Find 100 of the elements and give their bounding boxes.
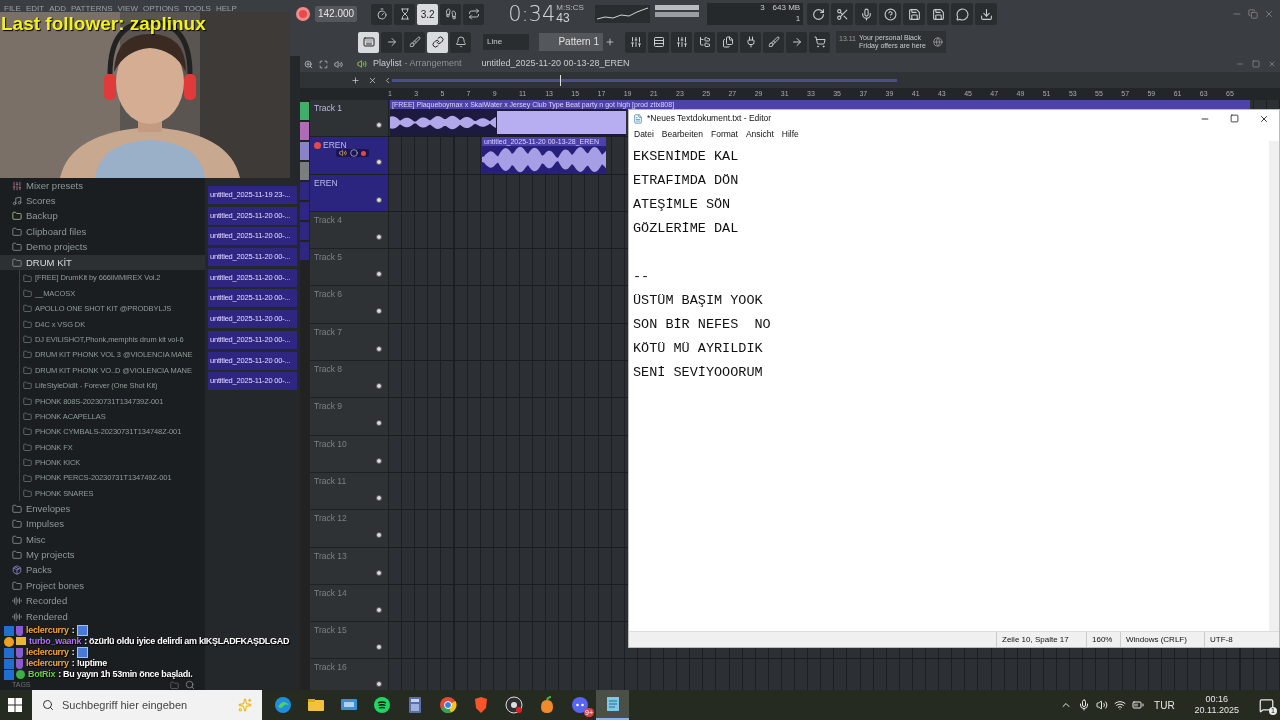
maximize-icon[interactable]: [1230, 113, 1239, 123]
files-button[interactable]: [717, 31, 738, 53]
save-button[interactable]: [927, 3, 950, 25]
browser-item[interactable]: Envelopes: [0, 501, 205, 517]
track-header[interactable]: EREN: [310, 174, 388, 212]
windows-logo-icon[interactable]: [8, 698, 22, 712]
sliders-button[interactable]: [671, 31, 692, 53]
track-knob-icon[interactable]: [376, 569, 382, 576]
track-header[interactable]: Track 1: [310, 100, 388, 138]
wifi-icon[interactable]: [1114, 699, 1127, 711]
scissors-button[interactable]: [831, 3, 854, 25]
browser-item[interactable]: Project bones: [0, 578, 205, 594]
close-icon[interactable]: [1259, 113, 1269, 124]
browser-item[interactable]: Scores: [0, 193, 205, 209]
arrow-button[interactable]: [786, 31, 807, 53]
clock[interactable]: 00:16 20.11.2025: [1194, 694, 1239, 716]
track-header[interactable]: Track 10: [310, 435, 388, 473]
record-icon[interactable]: [361, 150, 366, 156]
restore-icon[interactable]: [1248, 9, 1258, 19]
track-knob-icon[interactable]: [376, 606, 382, 613]
bell-button[interactable]: [450, 31, 471, 53]
microphone-icon[interactable]: [1078, 699, 1091, 711]
pattern-selector[interactable]: Pattern 1: [539, 33, 603, 51]
track-knob-icon[interactable]: [376, 345, 382, 352]
browser-item[interactable]: My projects: [0, 547, 205, 563]
browser-item[interactable]: Clipboard files: [0, 224, 205, 240]
tempo-display[interactable]: 142.000: [315, 6, 358, 22]
browser-item[interactable]: Misc: [0, 532, 205, 548]
chat-button[interactable]: [951, 3, 974, 25]
browser-item[interactable]: Demo projects: [0, 239, 205, 255]
sliders-button[interactable]: [625, 31, 646, 53]
language-indicator[interactable]: TUR: [1154, 697, 1175, 713]
browser-item[interactable]: Recorded: [0, 593, 205, 609]
cart-button[interactable]: [809, 31, 830, 53]
track-header[interactable]: Track 7: [310, 323, 388, 362]
plug-button[interactable]: [740, 31, 761, 53]
menu-item[interactable]: TOOLS: [184, 4, 211, 13]
speaker-icon[interactable]: [1096, 699, 1109, 711]
search-field[interactable]: Suchbegriff hier eingeben: [32, 690, 262, 720]
download-button[interactable]: [975, 3, 998, 25]
browser-item[interactable]: Packs: [0, 562, 205, 579]
menu-item[interactable]: Datei: [634, 127, 654, 141]
track-knob-icon[interactable]: [376, 681, 382, 688]
menu-item[interactable]: ADD: [49, 4, 67, 13]
search-icon[interactable]: [185, 680, 195, 690]
microphone-button[interactable]: [855, 3, 878, 25]
track-knob-icon[interactable]: [376, 494, 382, 501]
track-knob-icon[interactable]: [376, 196, 382, 203]
menu-item[interactable]: VIEW: [117, 4, 138, 13]
rows-button[interactable]: [648, 31, 669, 53]
zoom-icon[interactable]: [304, 59, 313, 69]
menu-item[interactable]: OPTIONS: [142, 4, 179, 13]
add-pattern-icon[interactable]: [605, 37, 615, 47]
fullscreen-icon[interactable]: [319, 59, 328, 69]
track-header[interactable]: Track 14: [310, 584, 388, 623]
piano-button[interactable]: [358, 31, 379, 53]
battery-icon[interactable]: [1132, 699, 1145, 711]
loop-button[interactable]: [463, 3, 485, 25]
menu-item[interactable]: FILE: [4, 4, 21, 13]
save-button[interactable]: [903, 3, 926, 25]
metronome-button[interactable]: [371, 3, 393, 25]
track-header[interactable]: Track 5: [310, 249, 388, 287]
browser-item[interactable]: DRUM KİT: [0, 254, 205, 271]
track-header[interactable]: Track 8: [310, 361, 388, 399]
menu-item[interactable]: PATTERNS: [71, 4, 113, 13]
track-header[interactable]: Track 16: [310, 659, 388, 690]
menu-item[interactable]: Bearbeiten: [661, 127, 703, 141]
step-button[interactable]: [440, 3, 462, 25]
link-button[interactable]: [427, 31, 448, 53]
track-header[interactable]: Track 12: [310, 510, 388, 548]
track-header[interactable]: Track 13: [310, 547, 388, 585]
snap-dropdown[interactable]: Line: [483, 34, 529, 50]
refresh-button[interactable]: [807, 3, 830, 25]
delete-icon[interactable]: [368, 75, 377, 85]
menu-item[interactable]: Hilfe: [781, 127, 799, 141]
countdown-button[interactable]: 3.2: [417, 3, 439, 25]
browser-item[interactable]: Backup: [0, 208, 205, 225]
vertical-scrollbar[interactable]: [1269, 141, 1279, 631]
track-header[interactable]: EREN: [310, 137, 388, 175]
record-button[interactable]: [296, 7, 310, 21]
folder-tree-button[interactable]: [694, 31, 715, 53]
menu-item[interactable]: HELP: [215, 4, 237, 13]
track-header[interactable]: Track 11: [310, 472, 388, 511]
track-knob-icon[interactable]: [376, 420, 382, 427]
help-button[interactable]: [879, 3, 902, 25]
record-arm-icon[interactable]: [314, 141, 321, 149]
wait-button[interactable]: [394, 3, 416, 25]
track-knob-icon[interactable]: [376, 644, 382, 651]
menu-item[interactable]: Ansicht: [745, 127, 774, 141]
track-header[interactable]: Track 4: [310, 211, 388, 250]
menu-item[interactable]: Format: [710, 127, 738, 141]
notifications-icon[interactable]: [1259, 697, 1274, 713]
brush-button[interactable]: [404, 31, 425, 53]
browser-item[interactable]: Rendered: [0, 608, 205, 625]
track-knob-icon[interactable]: [376, 233, 382, 240]
track-knob-icon[interactable]: [376, 308, 382, 315]
track-header[interactable]: Track 6: [310, 286, 388, 324]
track-header[interactable]: Track 9: [310, 398, 388, 436]
track-knob-icon[interactable]: [376, 383, 382, 390]
track-knob-icon[interactable]: [376, 532, 382, 539]
